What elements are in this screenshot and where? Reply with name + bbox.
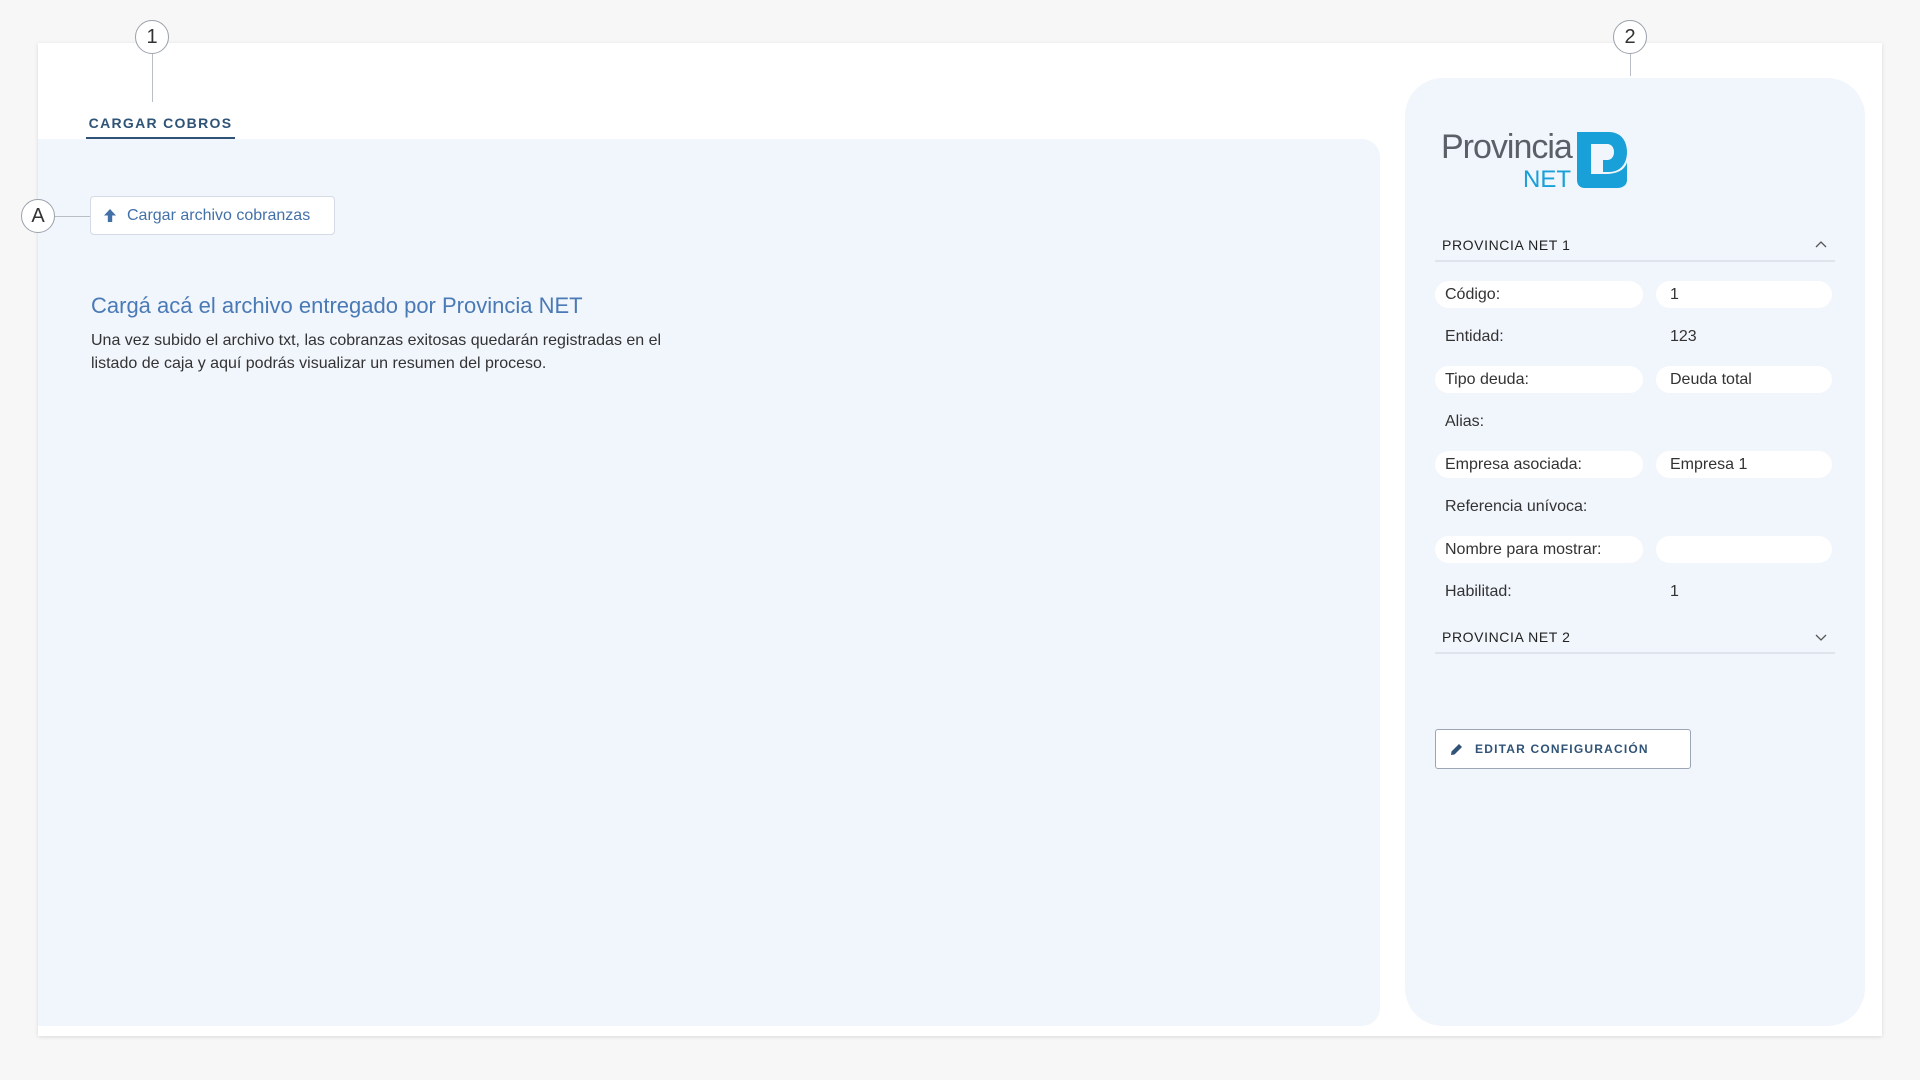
field-label: Entidad: <box>1445 327 1504 345</box>
logo-word: Provincia <box>1441 128 1573 166</box>
field-row-empresa-asociada: Empresa asociada: Empresa 1 <box>1435 451 1835 478</box>
field-row-codigo: Código: 1 <box>1435 281 1835 308</box>
provincia-p-icon <box>1577 132 1627 188</box>
field-value: 123 <box>1670 327 1697 345</box>
field-label: Empresa asociada: <box>1435 451 1643 478</box>
field-row-tipo-deuda: Tipo deuda: Deuda total <box>1435 366 1835 393</box>
field-row-habilitad: Habilitad: 1 <box>1435 578 1835 605</box>
field-value: Deuda total <box>1656 366 1832 393</box>
field-row-alias: Alias: <box>1435 408 1835 435</box>
field-value: Empresa 1 <box>1656 451 1832 478</box>
upload-file-button[interactable]: Cargar archivo cobranzas <box>90 196 335 235</box>
chevron-up-icon <box>1815 241 1827 248</box>
field-value <box>1656 408 1832 435</box>
field-label: Nombre para mostrar: <box>1435 536 1643 563</box>
field-value <box>1656 536 1832 563</box>
callout-1: 1 <box>135 20 169 54</box>
field-row-entidad: Entidad: 123 <box>1435 323 1835 350</box>
callout-1-line <box>152 54 153 102</box>
field-row-referencia-univoca: Referencia unívoca: <box>1435 493 1835 520</box>
field-label: Tipo deuda: <box>1435 366 1643 393</box>
field-value: 1 <box>1656 281 1832 308</box>
main-card: CARGAR COBROS Cargar archivo cobranzas C… <box>38 43 1882 1036</box>
edit-config-button[interactable]: EDITAR CONFIGURACIÓN <box>1435 729 1691 769</box>
section-provincia-net-2[interactable]: PROVINCIA NET 2 <box>1435 626 1835 654</box>
upload-arrow-icon <box>103 209 117 223</box>
callout-2: 2 <box>1613 20 1647 54</box>
callout-a: A <box>21 199 55 233</box>
field-value <box>1656 493 1832 520</box>
field-label: Referencia unívoca: <box>1445 497 1588 515</box>
provincia-net-logo: Provincia NET <box>1441 128 1631 193</box>
upload-panel: Cargar archivo cobranzas Cargá acá el ar… <box>38 139 1380 1026</box>
upload-heading: Cargá acá el archivo entregado por Provi… <box>91 293 583 318</box>
field-value: 1 <box>1670 582 1679 600</box>
field-row-nombre-para-mostrar: Nombre para mostrar: <box>1435 536 1835 563</box>
section-provincia-net-1[interactable]: PROVINCIA NET 1 <box>1435 234 1835 262</box>
field-label: Alias: <box>1445 412 1485 430</box>
field-label: Código: <box>1435 281 1643 308</box>
edit-config-label: EDITAR CONFIGURACIÓN <box>1475 742 1649 756</box>
tab-cargar-cobros[interactable]: CARGAR COBROS <box>86 109 235 139</box>
config-panel: Provincia NET PROVINCIA NET 1 Código: 1 … <box>1405 78 1865 1026</box>
upload-description: Una vez subido el archivo txt, las cobra… <box>91 332 662 372</box>
section-title: PROVINCIA NET 2 <box>1442 629 1571 645</box>
callout-a-line <box>55 216 90 217</box>
chevron-down-icon <box>1815 634 1827 641</box>
section-title: PROVINCIA NET 1 <box>1442 237 1571 253</box>
field-label: Habilitad: <box>1445 582 1512 600</box>
upload-file-label: Cargar archivo cobranzas <box>127 206 311 224</box>
logo-net: NET <box>1523 166 1571 193</box>
callout-2-line <box>1630 54 1631 76</box>
pencil-icon <box>1450 743 1463 756</box>
